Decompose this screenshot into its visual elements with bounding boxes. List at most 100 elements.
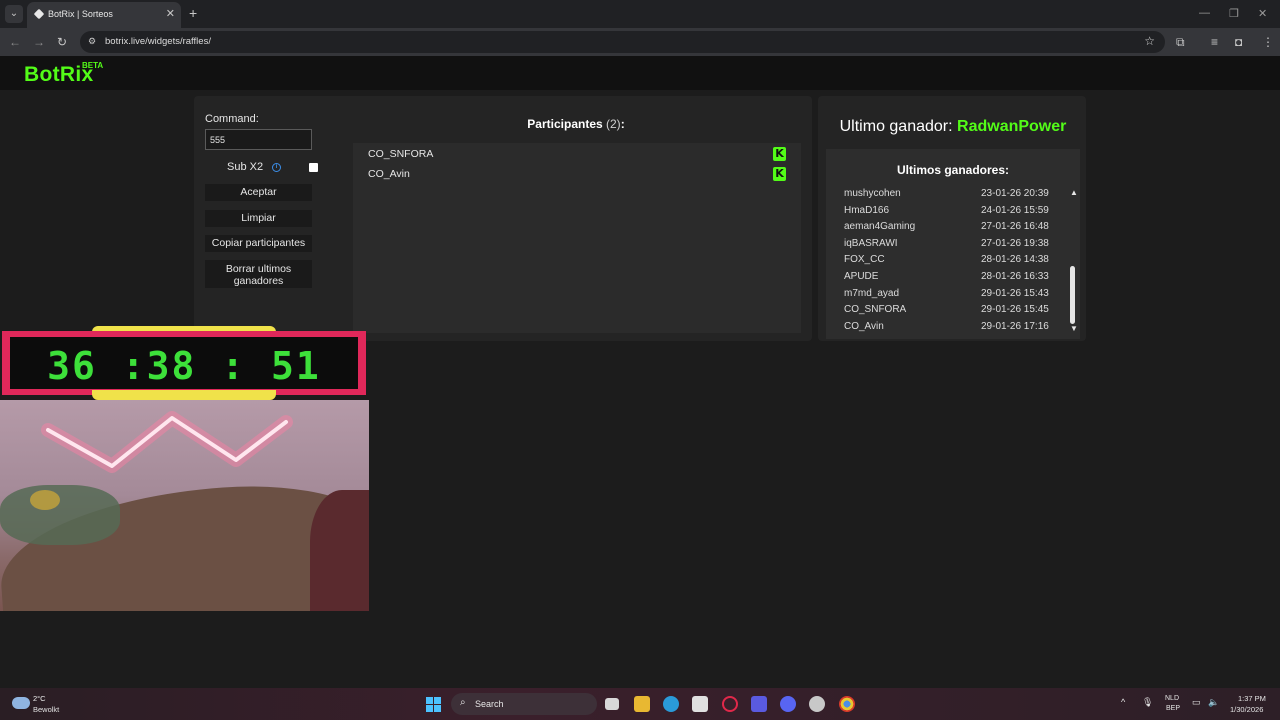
tab-search-button[interactable]: ⌄ — [5, 5, 23, 23]
winner-date: 29-01-26 17:16 — [981, 320, 1049, 332]
extensions-icon[interactable]: ⧉ — [1176, 34, 1185, 50]
winner-name: mushycohen — [844, 188, 901, 199]
network-icon[interactable]: ▭ — [1192, 697, 1201, 708]
search-icon: ⌕ — [460, 697, 466, 708]
winner-row: HmaD166 24-01-26 15:59 — [844, 204, 1064, 221]
winner-row: mushycohen 23-01-26 20:39 — [844, 187, 1064, 204]
winner-name: CO_SNFORA — [844, 304, 907, 316]
clear-last-winners-button[interactable]: Borrar ultimos ganadores — [205, 260, 312, 288]
winner-row: APUDE 28-01-26 16:33 — [844, 270, 1064, 287]
sub-x2-checkbox[interactable] — [309, 163, 318, 172]
command-input[interactable] — [205, 129, 312, 150]
edge-icon[interactable] — [663, 696, 679, 712]
info-icon[interactable]: i — [272, 163, 281, 172]
winner-name: APUDE — [844, 270, 879, 282]
winner-name: FOX_CC — [844, 254, 885, 266]
raffle-panel: Command: Sub X2 i Aceptar Limpiar Copiar… — [194, 96, 812, 341]
restore-button[interactable]: ❐ — [1229, 7, 1239, 20]
site-header: BotRix BETA — [0, 56, 1280, 90]
timer-value: 36 :38 : 51 — [47, 344, 321, 388]
winner-date: 24-01-26 15:59 — [981, 204, 1049, 216]
active-tab[interactable]: BotRix | Sorteos ✕ — [27, 2, 181, 28]
kick-icon: K — [773, 147, 786, 161]
winner-date: 28-01-26 16:33 — [981, 270, 1049, 282]
participants-list: CO_SNFORA K CO_Avin K — [353, 143, 801, 333]
microphone-icon[interactable]: 🎙 — [1142, 697, 1153, 708]
media-controls-icon[interactable]: ≡ — [1211, 34, 1218, 50]
timer-display: 36 :38 : 51 — [10, 337, 358, 389]
participant-row: CO_SNFORA K — [368, 147, 788, 163]
participant-name: CO_SNFORA — [368, 148, 434, 160]
address-bar[interactable]: ⚙ botrix.live/widgets/raffles/ ☆ — [80, 31, 1165, 53]
scroll-up-arrow[interactable]: ▲ — [1070, 188, 1078, 197]
copilot-icon[interactable] — [751, 696, 767, 712]
taskbar: 2°C Bewolkt ⌕ Search ^ 🎙 NLD BEP ▭ 🔈 1:3… — [0, 688, 1280, 720]
minimize-button[interactable]: — — [1199, 7, 1210, 19]
file-explorer-icon[interactable] — [634, 696, 650, 712]
profile-icon[interactable]: ◘ — [1235, 34, 1242, 50]
winners-panel: Ultimo ganador: RadwanPower Ultimos gana… — [818, 96, 1086, 341]
cam-shape — [310, 490, 369, 611]
copy-participants-button[interactable]: Copiar participantes — [205, 235, 312, 252]
accept-button[interactable]: Aceptar — [205, 184, 312, 201]
clock-time[interactable]: 1:37 PM — [1238, 694, 1266, 703]
scroll-down-arrow[interactable]: ▼ — [1070, 324, 1078, 333]
close-window-button[interactable]: ✕ — [1258, 7, 1267, 20]
winner-date: 28-01-26 14:38 — [981, 254, 1049, 266]
tab-title: BotRix | Sorteos — [48, 9, 113, 19]
participants-count: (2) — [606, 117, 621, 131]
weather-temperature[interactable]: 2°C — [33, 694, 46, 703]
new-tab-button[interactable]: + — [189, 5, 197, 21]
bookmark-star-icon[interactable]: ☆ — [1144, 34, 1155, 48]
clear-button[interactable]: Limpiar — [205, 210, 312, 227]
store-icon[interactable] — [692, 696, 708, 712]
page: BotRix BETA Command: Sub X2 i Aceptar Li… — [0, 56, 1280, 688]
menu-icon[interactable]: ⋮ — [1262, 34, 1274, 50]
winner-date: 23-01-26 20:39 — [981, 188, 1049, 199]
winner-row: m7md_ayad 29-01-26 15:43 — [844, 287, 1064, 304]
weather-condition[interactable]: Bewolkt — [33, 705, 59, 714]
start-button[interactable] — [426, 697, 441, 712]
tray-overflow-icon[interactable]: ^ — [1121, 697, 1125, 707]
forward-button[interactable]: → — [33, 34, 45, 50]
recent-winners-box[interactable]: Ultimos ganadores: mushycohen 23-01-26 20… — [826, 149, 1080, 339]
keyboard-layout[interactable]: BEP — [1166, 705, 1180, 712]
kick-icon: K — [773, 167, 786, 181]
app-icon[interactable] — [809, 696, 825, 712]
volume-icon[interactable]: 🔈 — [1208, 697, 1219, 708]
clock-date[interactable]: 1/30/2026 — [1230, 705, 1263, 714]
winner-name: aeman4Gaming — [844, 221, 916, 233]
reload-button[interactable]: ↻ — [57, 34, 67, 50]
close-tab-icon[interactable]: ✕ — [166, 7, 175, 20]
winner-row: CO_SNFORA 29-01-26 15:45 — [844, 303, 1064, 320]
winner-date: 27-01-26 16:48 — [981, 221, 1049, 233]
participant-name: CO_Avin — [368, 168, 410, 180]
opera-icon[interactable] — [722, 696, 738, 712]
url-text[interactable]: botrix.live/widgets/raffles/ — [105, 36, 211, 47]
discord-icon[interactable] — [780, 696, 796, 712]
back-button[interactable]: ← — [9, 34, 21, 50]
tab-bar: ⌄ BotRix | Sorteos ✕ + — ❐ ✕ — [0, 0, 1280, 28]
winner-row: CO_Avin 29-01-26 17:16 — [844, 320, 1064, 337]
cloud-icon[interactable] — [12, 697, 30, 709]
winner-date: 29-01-26 15:43 — [981, 287, 1049, 299]
site-info-icon[interactable]: ⚙ — [88, 36, 96, 47]
participants-title-suffix: : — [620, 117, 625, 131]
cam-shape — [0, 485, 120, 545]
countdown-timer: 36 :38 : 51 — [0, 326, 368, 400]
taskbar-search[interactable]: ⌕ Search — [451, 693, 597, 715]
last-winner-label: Ultimo ganador: — [839, 118, 958, 135]
chrome-icon[interactable] — [839, 696, 855, 712]
timer-frame: 36 :38 : 51 — [2, 331, 366, 395]
neon-light-shape — [41, 411, 293, 473]
winner-date: 29-01-26 15:45 — [981, 304, 1049, 316]
input-language[interactable]: NLD — [1165, 695, 1179, 702]
participants-title-text: Participantes — [527, 117, 603, 131]
winner-name: iqBASRAWI — [844, 237, 898, 249]
winner-date: 27-01-26 19:38 — [981, 237, 1049, 249]
recent-winners-list: mushycohen 23-01-26 20:39 HmaD166 24-01-26… — [844, 187, 1064, 336]
task-view-icon[interactable] — [605, 698, 619, 710]
last-winner-name: RadwanPower — [957, 118, 1067, 135]
scrollbar-thumb[interactable] — [1070, 266, 1075, 324]
winner-row: FOX_CC 28-01-26 14:38 — [844, 253, 1064, 270]
